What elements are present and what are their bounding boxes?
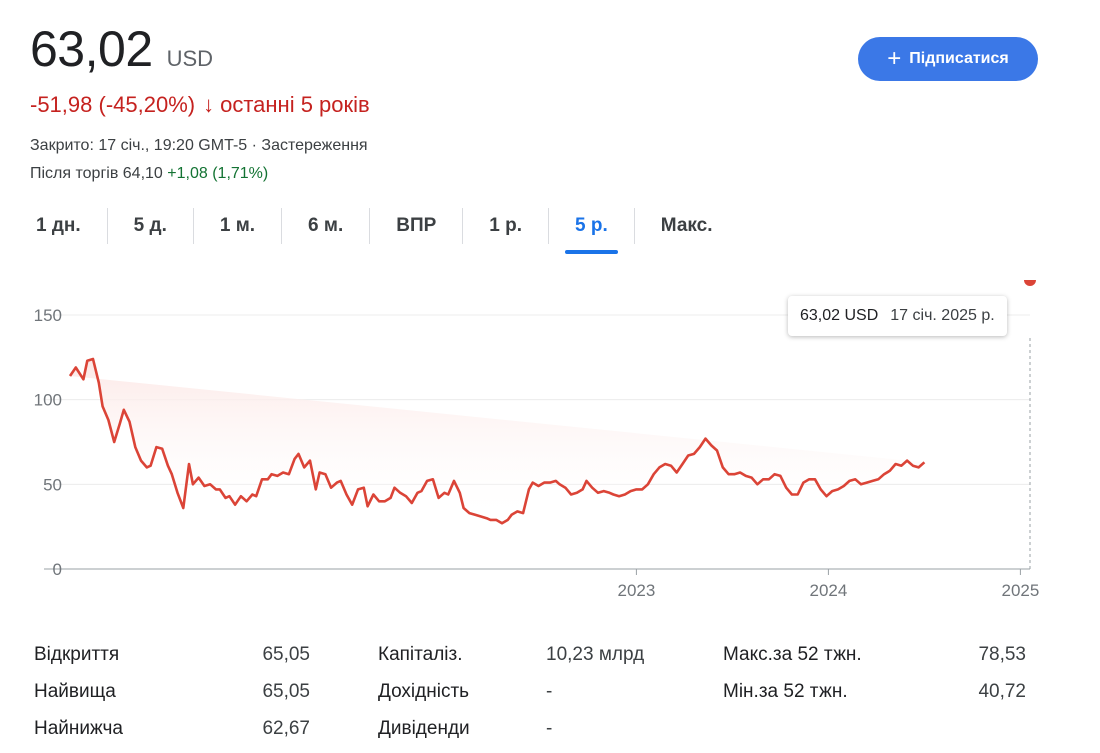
stats-column-3: Макс.за 52 тжн. 78,53 Мін.за 52 тжн. 40,72 <box>723 636 1026 710</box>
tab-range[interactable]: Макс. <box>633 208 739 244</box>
subscribe-label: Підписатися <box>909 50 1009 67</box>
stat-row: Дохідність - <box>378 673 658 710</box>
stat-label: Найнижча <box>34 717 123 739</box>
stat-value: - <box>546 717 553 739</box>
stat-value: 65,05 <box>262 643 310 665</box>
stat-value: 10,23 млрд <box>546 643 645 665</box>
stat-value: 78,53 <box>978 643 1026 665</box>
stat-row: Макс.за 52 тжн. 78,53 <box>723 636 1026 673</box>
stat-label: Дивіденди <box>378 717 470 739</box>
arrow-down-icon: ↓ <box>203 92 215 117</box>
after-hours-label: Після торгів 64,10 <box>30 165 163 182</box>
currency-label: USD <box>166 46 214 71</box>
range-tabs: 1 дн. 5 д. 1 м. 6 м. ВПР 1 р. 5 р. Макс. <box>22 208 739 254</box>
current-price: 63,02 <box>30 21 153 77</box>
stat-label: Капіталіз. <box>378 643 463 665</box>
stat-value: 62,67 <box>262 717 310 739</box>
change-value: -51,98 (-45,20%) <box>30 92 196 117</box>
price-change: -51,98 (-45,20%) ↓ останні 5 років <box>30 92 370 118</box>
tooltip-value: 63,02 USD <box>800 307 879 324</box>
stat-value: 65,05 <box>262 680 310 702</box>
stat-value: - <box>546 680 553 702</box>
y-tick-label: 50 <box>43 475 62 494</box>
tab-range[interactable]: 1 дн. <box>22 208 107 244</box>
stat-label: Відкриття <box>34 643 120 665</box>
chart-tooltip: 63,02 USD 17 січ. 2025 р. <box>788 296 1007 336</box>
tab-range[interactable]: 1 м. <box>192 208 281 244</box>
tooltip-date: 17 січ. 2025 р. <box>890 307 995 324</box>
y-tick-label: 150 <box>34 306 62 325</box>
x-tick-label: 2025 <box>1001 581 1039 600</box>
stat-label: Мін.за 52 тжн. <box>723 680 848 702</box>
closed-info: Закрито: 17 січ., 19:20 GMT-5 · Застереж… <box>30 137 368 154</box>
tab-range[interactable]: ВПР <box>369 208 462 244</box>
stat-value: 40,72 <box>978 680 1026 702</box>
stats-column-2: Капіталіз. 10,23 млрд Дохідність - Дивіденди… <box>378 636 658 747</box>
stat-label: Найвища <box>34 680 116 702</box>
stat-label: Макс.за 52 тжн. <box>723 643 862 665</box>
stat-row: Мін.за 52 тжн. 40,72 <box>723 673 1026 710</box>
stats-column-1: Відкриття 65,05 Найвища 65,05 Найнижча 62,67 <box>34 636 310 747</box>
tab-range[interactable]: 1 р. <box>462 208 548 244</box>
stat-row: Найвища 65,05 <box>34 673 310 710</box>
current-point <box>1024 280 1036 286</box>
price-area <box>70 359 925 524</box>
price-row: 63,02 USD <box>30 20 213 78</box>
subscribe-button[interactable]: + Підписатися <box>858 37 1038 81</box>
x-tick-label: 2023 <box>617 581 655 600</box>
stat-row: Відкриття 65,05 <box>34 636 310 673</box>
stat-label: Дохідність <box>378 680 470 702</box>
y-tick-label: 100 <box>34 391 62 410</box>
tab-range[interactable]: 5 д. <box>106 208 193 244</box>
stat-row: Капіталіз. 10,23 млрд <box>378 636 658 673</box>
stat-row: Дивіденди - <box>378 710 658 747</box>
x-tick-label: 2024 <box>809 581 847 600</box>
after-hours-info: Після торгів 64,10 +1,08 (1,71%) <box>30 165 268 183</box>
stat-row: Найнижча 62,67 <box>34 710 310 747</box>
after-hours-change: +1,08 (1,71%) <box>167 165 269 182</box>
plus-icon: + <box>887 45 902 72</box>
tab-range[interactable]: 5 р. <box>548 208 634 254</box>
y-tick-label: 0 <box>53 560 62 579</box>
change-period: останні 5 років <box>220 92 370 117</box>
tab-range[interactable]: 6 м. <box>281 208 369 244</box>
